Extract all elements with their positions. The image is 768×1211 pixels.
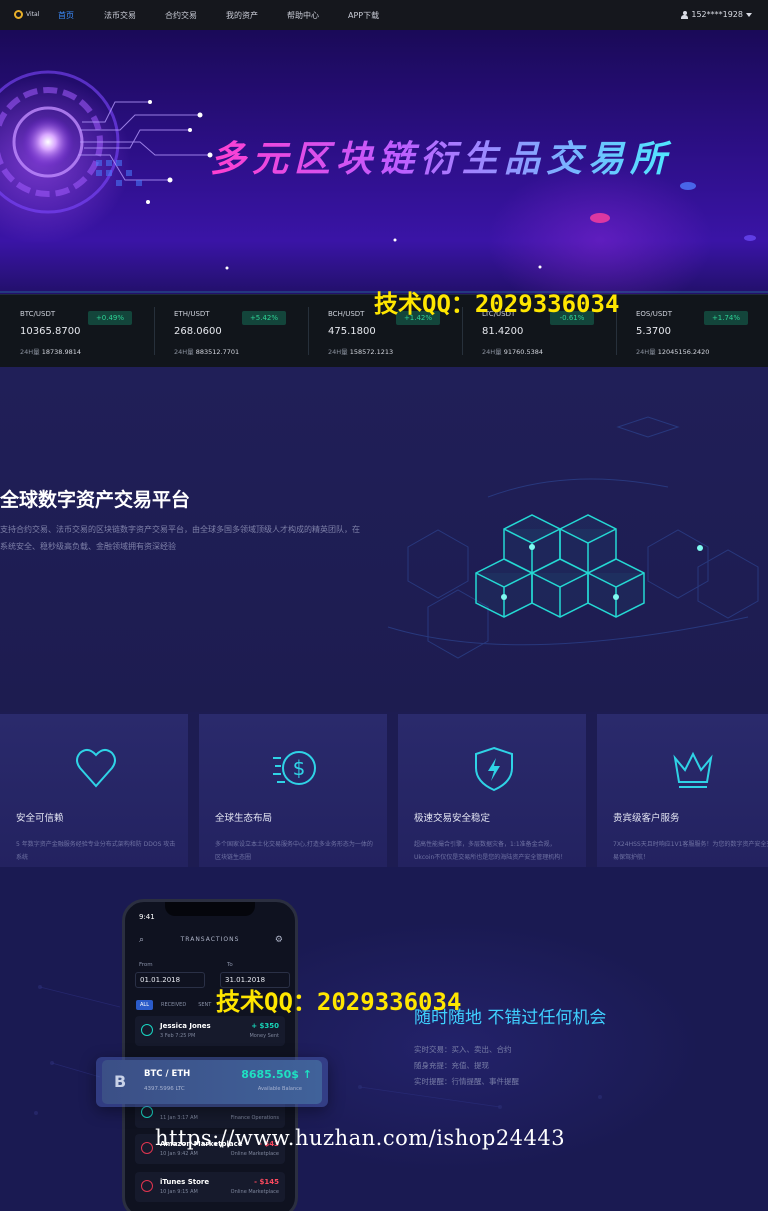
hero-title: 多元区块链衍生品交易所	[210, 130, 672, 182]
gear-icon[interactable]: ⚙	[275, 935, 283, 945]
ticker-change-badge: +0.49%	[88, 311, 132, 325]
phone-mockup: 9:41 ⌕ TRANSACTIONS ⚙ From To 01.01.2018…	[122, 899, 298, 1211]
app-section: 9:41 ⌕ TRANSACTIONS ⚙ From To 01.01.2018…	[0, 867, 768, 1211]
heart-icon	[76, 749, 116, 788]
bitcoin-icon: B	[114, 1072, 127, 1091]
phone-header: TRANSACTIONS	[180, 936, 240, 943]
transaction-row[interactable]: iTunes Store 10 Jan 9:15 AM - $145 Onlin…	[135, 1172, 285, 1202]
feature-title: 安全可信赖	[16, 813, 64, 824]
logo-mark-icon	[14, 10, 23, 19]
hero-banner: 多元区块链衍生品交易所	[0, 30, 768, 294]
platform-title: 全球数字资产交易平台	[0, 489, 191, 511]
balance-pair: BTC / ETH	[144, 1069, 191, 1079]
ticker-volume: 24H量 91760.5384	[482, 348, 544, 356]
watermark-qq: 技术QQ：2029336034	[374, 290, 620, 318]
shield-bolt-icon	[475, 746, 513, 792]
ticker-pair: EOS/USDT	[636, 310, 672, 318]
world-map-graphic	[34, 985, 602, 1115]
nav-item-app-download[interactable]: APP下载	[348, 10, 379, 21]
ticker-item[interactable]: BTC/USDT +0.49% 10365.8700 24H量 18738.98…	[0, 307, 154, 356]
transaction-icon	[141, 1106, 153, 1118]
ticker-volume: 24H量 158572.1213	[328, 348, 394, 356]
feature-card[interactable]: 极速交易安全稳定 超高性能撮合引擎，多层数据灾备，1:1准备金合规，Ukcoin…	[398, 714, 586, 869]
feature-title: 贵宾级客户服务	[613, 813, 680, 824]
ticker-volume: 24H量 883512.7701	[174, 348, 240, 356]
app-feature-line: 实时提醒：行情提醒、事件提醒	[414, 1077, 519, 1086]
from-date-field[interactable]: 01.01.2018	[135, 972, 205, 988]
feature-card[interactable]: $ 全球生态布局 多个国家设立本土化交易服务中心,打造多业务形态为一体的区块链生…	[199, 714, 387, 869]
tab-received[interactable]: RECEIVED	[157, 1000, 190, 1010]
phone-tabs: ALL RECEIVED SENT	[136, 1000, 215, 1010]
transaction-row[interactable]: Jessica Jones 3 Feb 7:25 PM + $350 Money…	[135, 1016, 285, 1046]
to-label: To	[227, 962, 233, 968]
ticker-item[interactable]: ETH/USDT +5.42% 268.0600 24H量 883512.770…	[154, 307, 308, 356]
nav-item-contract[interactable]: 合约交易	[165, 10, 197, 21]
ticker-price: 81.4200	[482, 326, 524, 337]
user-icon	[681, 10, 689, 19]
feature-description: 7X24HSS天且时响应1V1客服服务！为您的数字资产安全交易保驾护航！	[613, 841, 768, 861]
dollar-coin-icon: $	[273, 751, 316, 785]
tab-sent[interactable]: SENT	[194, 1000, 215, 1010]
user-menu[interactable]: 152****1928	[681, 10, 752, 19]
phone-notch	[165, 902, 255, 916]
page: Vital 首页 法币交易 合约交易 我的资产 帮助中心 APP下载 152**…	[0, 0, 768, 1211]
feature-description: 5 年数字资产金融服务经验专业分布式架构和防 DDOS 攻击系统	[16, 841, 176, 861]
transaction-icon	[141, 1142, 153, 1154]
phone-time: 9:41	[139, 913, 155, 921]
ticker-price: 268.0600	[174, 326, 222, 337]
ticker-pair: BCH/USDT	[328, 310, 365, 318]
feature-description: 超高性能撮合引擎，多层数据灾备，1:1准备金合规，Ukcoin不仅仅是交易所也是…	[414, 841, 567, 861]
balance-sub: 4397.5996 LTC	[144, 1086, 185, 1092]
crown-icon	[673, 751, 713, 788]
nav-item-help[interactable]: 帮助中心	[287, 10, 319, 21]
features-section: 安全可信赖 5 年数字资产金融服务经验专业分布式架构和防 DDOS 攻击系统 $…	[0, 712, 768, 869]
ticker-price: 10365.8700	[20, 326, 81, 337]
top-nav: Vital 首页 法币交易 合约交易 我的资产 帮助中心 APP下载 152**…	[0, 0, 768, 30]
transaction-icon	[141, 1180, 153, 1192]
feature-description: 多个国家设立本土化交易服务中心,打造多业务形态为一体的区块链生态圈	[215, 841, 373, 861]
ticker-change-badge: +5.42%	[242, 311, 286, 325]
feature-card[interactable]: 贵宾级客户服务 7X24HSS天且时响应1V1客服服务！为您的数字资产安全交易保…	[597, 714, 768, 869]
balance-card-inner: B BTC / ETH 4397.5996 LTC 8685.50$ ↑ Ava…	[102, 1060, 322, 1104]
balance-price: 8685.50$ ↑	[241, 1068, 312, 1081]
nav-item-assets[interactable]: 我的资产	[226, 10, 258, 21]
app-feature-line: 实时交易：买入、卖出、合约	[414, 1045, 512, 1054]
feature-title: 极速交易安全稳定	[414, 813, 491, 824]
platform-description: 支持合约交易、法币交易的区块链数字资产交易平台，由全球多国多领域顶级人才构成的精…	[0, 525, 360, 551]
logo[interactable]: Vital	[14, 10, 39, 19]
feature-card[interactable]: 安全可信赖 5 年数字资产金融服务经验专业分布式架构和防 DDOS 攻击系统	[0, 714, 188, 869]
watermark-url: https://www.huzhan.com/ishop24443	[155, 1126, 566, 1150]
balance-card[interactable]: B BTC / ETH 4397.5996 LTC 8685.50$ ↑ Ava…	[96, 1057, 328, 1107]
ticker-price: 475.1800	[328, 326, 376, 337]
ticker-pair: ETH/USDT	[174, 310, 210, 318]
nav-item-fiat[interactable]: 法币交易	[104, 10, 136, 21]
chevron-down-icon	[746, 12, 752, 17]
logo-text: Vital	[26, 11, 40, 18]
app-feature-line: 随身充提：充值、提现	[414, 1061, 489, 1070]
ticker-change-badge: +1.74%	[704, 311, 748, 325]
cube-network-graphic	[387, 416, 759, 659]
platform-section: 全球数字资产交易平台 支持合约交易、法币交易的区块链数字资产交易平台，由全球多国…	[0, 367, 768, 712]
tab-all[interactable]: ALL	[136, 1000, 153, 1010]
ticker-volume: 24H量 18738.9814	[20, 348, 82, 356]
user-phone: 152****1928	[691, 10, 743, 19]
feature-title: 全球生态布局	[215, 813, 273, 824]
ticker-price: 5.3700	[636, 326, 671, 337]
transaction-icon	[141, 1024, 153, 1036]
watermark-qq: 技术QQ：2029336034	[216, 988, 462, 1016]
balance-label: Available Balance	[257, 1086, 302, 1092]
ticker-volume: 24H量 12045156.2420	[636, 348, 710, 356]
from-label: From	[139, 962, 153, 968]
ticker-item[interactable]: EOS/USDT +1.74% 5.3700 24H量 12045156.242…	[616, 307, 768, 356]
nav-item-home[interactable]: 首页	[58, 10, 74, 21]
ticker-pair: BTC/USDT	[20, 310, 56, 318]
svg-text:$: $	[293, 756, 306, 780]
